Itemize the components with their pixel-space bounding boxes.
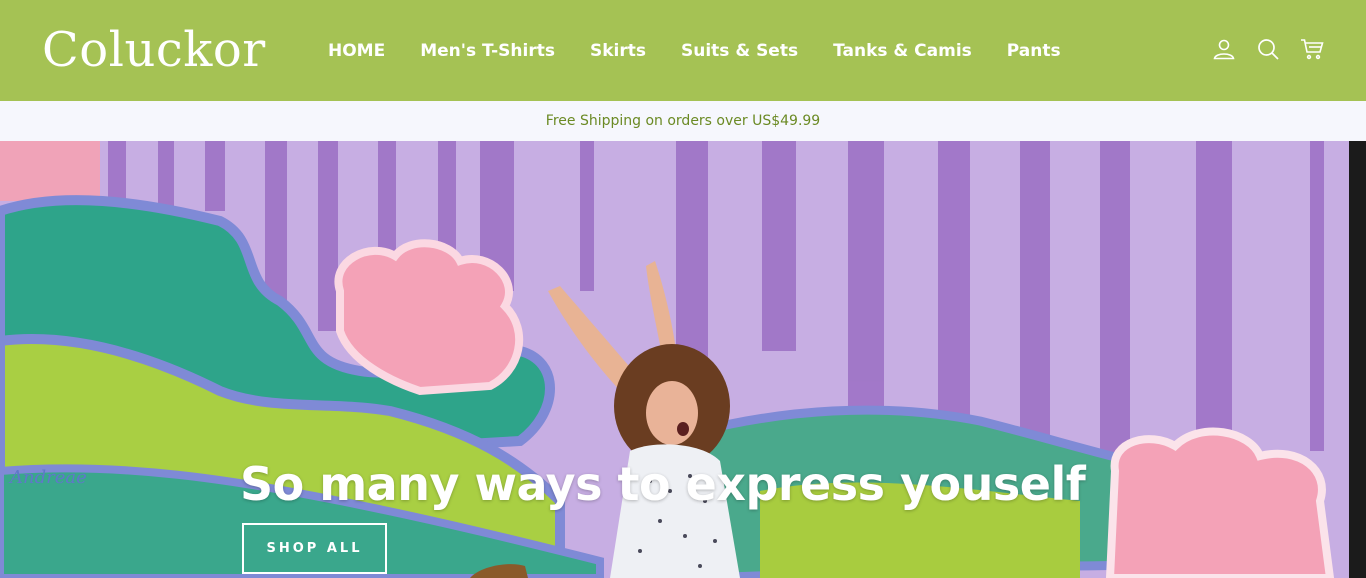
nav-item-tanks-camis[interactable]: Tanks & Camis	[833, 38, 972, 64]
nav-item-home[interactable]: HOME	[328, 38, 385, 64]
nav-item-mens-t-shirts[interactable]: Men's T-Shirts	[420, 38, 555, 64]
search-icon[interactable]	[1256, 37, 1280, 61]
user-icon[interactable]	[1212, 37, 1236, 61]
cart-icon[interactable]	[1300, 37, 1324, 61]
site-logo[interactable]: Coluckor	[42, 22, 266, 78]
site-header: Coluckor HOME Men's T-Shirts Skirts Suit…	[0, 0, 1366, 101]
main-nav: HOME Men's T-Shirts Skirts Suits & Sets …	[328, 38, 1096, 64]
nav-item-skirts[interactable]: Skirts	[590, 38, 646, 64]
hero-title: So many ways to express youself	[240, 457, 1086, 511]
shop-all-button[interactable]: SHOP ALL	[242, 523, 387, 574]
hero-image: Andreae	[0, 141, 1366, 578]
announcement-bar: Free Shipping on orders over US$49.99	[0, 101, 1366, 141]
hero-banner: Andreae So many ways to express youself …	[0, 141, 1366, 578]
nav-item-suits-sets[interactable]: Suits & Sets	[681, 38, 798, 64]
mural-signature: Andreae	[8, 467, 87, 488]
header-icons	[1212, 37, 1324, 61]
nav-item-pants[interactable]: Pants	[1007, 38, 1061, 64]
